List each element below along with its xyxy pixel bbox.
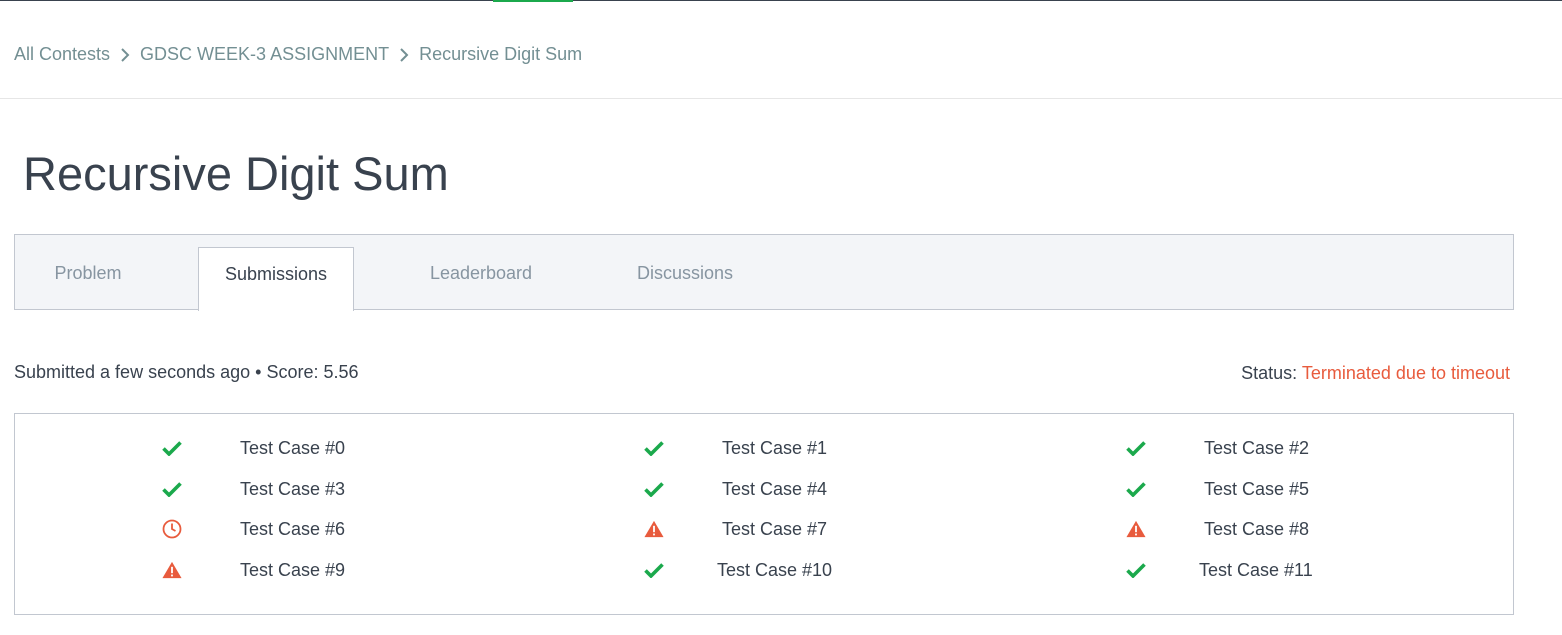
warning-icon (644, 519, 664, 539)
tab-discussions[interactable]: Discussions (605, 247, 765, 311)
test-case-item[interactable]: Test Case #2 (1126, 436, 1366, 460)
warning-icon (162, 560, 182, 580)
check-icon (162, 438, 182, 458)
test-case-label: Test Case #2 (1204, 438, 1310, 458)
test-case-label: Test Case #8 (1204, 519, 1310, 539)
submission-status: Status: Terminated due to timeout (1241, 363, 1510, 384)
check-icon (1126, 479, 1146, 499)
page-title: Recursive Digit Sum (23, 147, 449, 200)
test-case-label: Test Case #6 (240, 519, 346, 539)
test-case-item[interactable]: Test Case #9 (162, 558, 402, 582)
status-value: Terminated due to timeout (1301, 363, 1510, 383)
check-icon (1126, 438, 1146, 458)
chevron-right-icon (389, 44, 419, 65)
test-case-label: Test Case #1 (722, 438, 828, 458)
test-case-label: Test Case #5 (1204, 479, 1310, 499)
top-border (0, 0, 1562, 1)
test-case-label: Test Case #3 (240, 479, 346, 499)
test-case-item[interactable]: Test Case #11 (1126, 558, 1366, 582)
header-divider (0, 98, 1562, 99)
check-icon (1126, 560, 1146, 580)
test-case-item[interactable]: Test Case #1 (644, 436, 884, 460)
test-case-item[interactable]: Test Case #8 (1126, 517, 1366, 541)
test-case-item[interactable]: Test Case #7 (644, 517, 884, 541)
breadcrumb: All Contests GDSC WEEK-3 ASSIGNMENT Recu… (14, 42, 582, 66)
test-case-label: Test Case #0 (240, 438, 346, 458)
test-case-label: Test Case #10 (717, 560, 833, 580)
tab-leaderboard[interactable]: Leaderboard (401, 247, 561, 311)
breadcrumb-challenge: Recursive Digit Sum (419, 43, 583, 64)
submission-summary: Submitted a few seconds ago • Score: 5.5… (14, 362, 359, 382)
top-accent-bar (493, 0, 573, 2)
test-case-label: Test Case #11 (1199, 560, 1313, 580)
test-case-label: Test Case #4 (722, 479, 828, 499)
test-case-results: Test Case #0 Test Case #1 Test Case #2 Test… (14, 413, 1514, 615)
warning-icon (1126, 519, 1146, 539)
clock-icon (162, 519, 182, 539)
test-case-item[interactable]: Test Case #3 (162, 477, 402, 501)
check-icon (162, 479, 182, 499)
breadcrumb-contest[interactable]: GDSC WEEK-3 ASSIGNMENT (140, 44, 389, 65)
test-case-label: Test Case #7 (722, 519, 828, 539)
test-case-item[interactable]: Test Case #10 (644, 558, 884, 582)
status-label: Status: (1241, 363, 1298, 383)
test-case-item[interactable]: Test Case #5 (1126, 477, 1366, 501)
check-icon (644, 560, 664, 580)
breadcrumb-all-contests[interactable]: All Contests (14, 44, 110, 65)
test-case-item[interactable]: Test Case #6 (162, 517, 402, 541)
tab-problem[interactable]: Problem (15, 247, 161, 311)
check-icon (644, 438, 664, 458)
tab-submissions[interactable]: Submissions (198, 247, 354, 311)
test-case-item[interactable]: Test Case #4 (644, 477, 884, 501)
test-case-item[interactable]: Test Case #0 (162, 436, 402, 460)
test-case-label: Test Case #9 (240, 560, 346, 580)
chevron-right-icon (110, 44, 140, 65)
challenge-tabs: Problem Submissions Leaderboard Discussi… (14, 234, 1514, 311)
check-icon (644, 479, 664, 499)
